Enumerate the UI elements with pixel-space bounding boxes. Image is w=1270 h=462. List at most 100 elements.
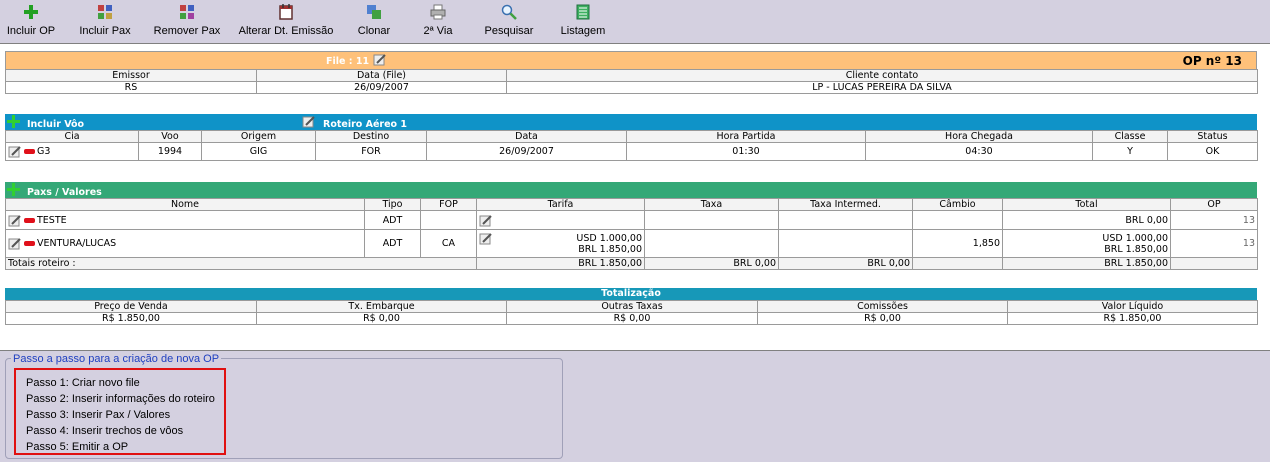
data-value: 26/09/2007 bbox=[426, 142, 627, 161]
totais-taxa: BRL 0,00 bbox=[644, 257, 779, 270]
pax-tarifa-usd: USD 1.000,00 bbox=[576, 232, 642, 244]
pax-taxa bbox=[644, 210, 779, 230]
incluir-op-button[interactable]: Incluir OP bbox=[5, 3, 57, 41]
totalizacao-header-bar: Totalização bbox=[5, 288, 1257, 300]
comissoes-header: Comissões bbox=[757, 300, 1008, 313]
roteiro-label: Roteiro Aéreo 1 bbox=[323, 119, 407, 130]
edit-pax-icon[interactable] bbox=[8, 214, 22, 227]
printer-icon bbox=[430, 4, 446, 20]
hora-partida-header: Hora Partida bbox=[626, 130, 866, 143]
steps-list: Passo 1: Criar novo file Passo 2: Inseri… bbox=[14, 368, 226, 455]
steps-legend: Passo a passo para a criação de nova OP bbox=[11, 353, 222, 365]
tx-embarque-header: Tx. Embarque bbox=[256, 300, 507, 313]
valor-liquido-header: Valor Líquido bbox=[1007, 300, 1258, 313]
cliente-contato-value: LP - LUCAS PEREIRA DA SILVA bbox=[506, 81, 1258, 94]
totalizacao-title: Totalização bbox=[601, 288, 661, 299]
pax-tipo: ADT bbox=[364, 210, 421, 230]
emissor-header: Emissor bbox=[5, 69, 257, 82]
pax-fop bbox=[420, 210, 477, 230]
cia-header: Cia bbox=[5, 130, 139, 143]
pax-nome: TESTE bbox=[37, 214, 67, 226]
table-row: VENTURA/LUCAS ADT CA USD 1.000,00 BRL 1.… bbox=[5, 229, 1258, 258]
pax-fop: CA bbox=[420, 229, 477, 258]
cambio-header: Câmbio bbox=[912, 198, 1003, 211]
incluir-voo-link[interactable]: Incluir Vôo bbox=[27, 119, 84, 130]
paxs-header-bar: Paxs / Valores bbox=[5, 182, 1257, 198]
classe-value: Y bbox=[1092, 142, 1168, 161]
cliente-contato-header: Cliente contato bbox=[506, 69, 1258, 82]
tarifa-header: Tarifa bbox=[476, 198, 645, 211]
edit-tarifa-icon[interactable] bbox=[479, 232, 493, 245]
alterar-dt-emissao-button[interactable]: Alterar Dt. Emissão bbox=[238, 3, 334, 41]
add-pax-icon bbox=[98, 5, 112, 19]
table-row: G3 1994 GIG FOR 26/09/2007 01:30 04:30 Y… bbox=[5, 142, 1258, 161]
fop-header: FOP bbox=[420, 198, 477, 211]
pax-total: BRL 0,00 bbox=[1002, 210, 1171, 230]
status-value: OK bbox=[1167, 142, 1258, 161]
destino-header: Destino bbox=[315, 130, 427, 143]
op-number-label: OP nº 13 bbox=[1182, 54, 1242, 68]
remover-pax-button[interactable]: Remover Pax bbox=[152, 3, 222, 41]
delete-pax-icon[interactable] bbox=[24, 217, 35, 223]
pax-cambio bbox=[912, 210, 1003, 230]
emissor-value: RS bbox=[5, 81, 257, 94]
pax-taxa bbox=[644, 229, 779, 258]
taxa-intermed-header: Taxa Intermed. bbox=[778, 198, 913, 211]
status-header: Status bbox=[1167, 130, 1258, 143]
clonar-button[interactable]: Clonar bbox=[356, 3, 392, 41]
tipo-header: Tipo bbox=[364, 198, 421, 211]
search-icon bbox=[501, 4, 517, 20]
table-row: TESTE ADT BRL 0,00 13 bbox=[5, 210, 1258, 230]
list-item: Passo 3: Inserir Pax / Valores bbox=[26, 409, 171, 421]
list-icon bbox=[576, 4, 590, 20]
file-title: File : 11 bbox=[326, 56, 370, 67]
pax-tarifa-brl: BRL 1.850,00 bbox=[578, 243, 642, 255]
edit-tarifa-icon[interactable] bbox=[479, 214, 493, 227]
add-flight-icon[interactable] bbox=[7, 115, 20, 128]
pax-total-brl: BRL 1.850,00 bbox=[1104, 243, 1168, 255]
hora-chegada-value: 04:30 bbox=[865, 142, 1093, 161]
op-header: OP bbox=[1170, 198, 1258, 211]
data-file-header: Data (File) bbox=[256, 69, 507, 82]
totais-total: BRL 1.850,00 bbox=[1002, 257, 1171, 270]
pax-nome: VENTURA/LUCAS bbox=[37, 238, 117, 249]
file-header-bar: File : 11 OP nº 13 bbox=[5, 51, 1257, 69]
voo-value: 1994 bbox=[138, 142, 202, 161]
pax-op: 13 bbox=[1170, 229, 1258, 258]
add-pax-row-icon[interactable] bbox=[7, 183, 20, 196]
outras-taxas-header: Outras Taxas bbox=[506, 300, 758, 313]
list-item: Passo 5: Emitir a OP bbox=[26, 441, 129, 453]
pesquisar-button[interactable]: Pesquisar bbox=[484, 3, 534, 41]
origem-value: GIG bbox=[201, 142, 316, 161]
listagem-button[interactable]: Listagem bbox=[560, 3, 606, 41]
delete-flight-icon[interactable] bbox=[24, 149, 35, 154]
incluir-pax-button[interactable]: Incluir Pax bbox=[78, 3, 132, 41]
op-content-panel: File : 11 OP nº 13 Emissor Data (File) C… bbox=[0, 43, 1270, 351]
green-plus-icon bbox=[24, 5, 38, 19]
destino-value: FOR bbox=[315, 142, 427, 161]
edit-flight-icon[interactable] bbox=[8, 145, 22, 158]
voo-header: Voo bbox=[138, 130, 202, 143]
edit-roteiro-icon[interactable] bbox=[302, 115, 316, 128]
edit-pax-icon[interactable] bbox=[8, 237, 22, 250]
list-item: Passo 2: Inserir informações do roteiro bbox=[26, 393, 215, 405]
outras-taxas-value: R$ 0,00 bbox=[506, 312, 758, 325]
edit-file-icon[interactable] bbox=[373, 53, 387, 66]
nome-header: Nome bbox=[5, 198, 365, 211]
valor-liquido-value: R$ 1.850,00 bbox=[1007, 312, 1258, 325]
preco-venda-header: Preço de Venda bbox=[5, 300, 257, 313]
tx-embarque-value: R$ 0,00 bbox=[256, 312, 507, 325]
list-item: Passo 1: Criar novo file bbox=[26, 377, 140, 389]
cia-value: G3 bbox=[37, 146, 51, 157]
delete-pax-icon[interactable] bbox=[24, 241, 35, 246]
list-item: Passo 4: Inserir trechos de vôos bbox=[26, 425, 184, 437]
paxs-title: Paxs / Valores bbox=[27, 187, 102, 198]
pax-intermed bbox=[778, 210, 913, 230]
classe-header: Classe bbox=[1092, 130, 1168, 143]
origem-header: Origem bbox=[201, 130, 316, 143]
flights-header-bar: Incluir Vôo Roteiro Aéreo 1 bbox=[5, 114, 1257, 130]
segunda-via-button[interactable]: 2ª Via bbox=[422, 3, 454, 41]
paxs-table: Nome Tipo FOP Tarifa Taxa Taxa Intermed.… bbox=[5, 198, 1258, 270]
toolbar: Incluir OP Incluir Pax Remover Pax Alter… bbox=[0, 0, 1270, 43]
data-file-value: 26/09/2007 bbox=[256, 81, 507, 94]
